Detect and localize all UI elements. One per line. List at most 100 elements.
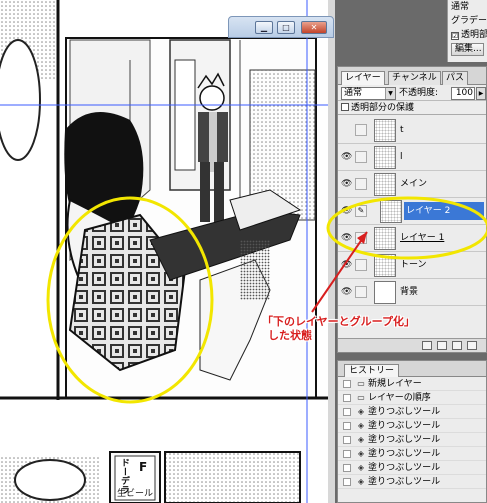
brush-icon[interactable]: ✎ [355,205,367,217]
history-item[interactable]: ◈ 塗りつぶしツール [338,419,486,433]
history-item-label: 塗りつぶしツール [368,407,441,417]
layer-options-bar: 通常 ▼ 不透明度: 100 ▶ [338,85,486,101]
layer-name: トーン [400,260,427,270]
history-item-label: 塗りつぶしツール [368,477,441,487]
paint-bucket-icon: ◈ [357,477,365,486]
manga-artwork [0,0,335,503]
layer-style-button[interactable] [422,341,432,350]
layer-row-l[interactable]: 👁 l [338,144,486,171]
edit-button[interactable]: 編集... [451,43,484,56]
eye-icon[interactable]: 👁 [341,260,352,270]
layer-name: t [400,125,404,135]
protect-transparency-label: 透明部分の保護 [351,103,415,113]
link-toggle[interactable] [355,124,367,136]
tab-history[interactable]: ヒストリー [344,364,400,377]
opacity-label: 不透明度: [399,88,439,98]
tool-option-mode[interactable]: 通常 [448,0,487,14]
tab-channels[interactable]: チャンネル [388,71,441,85]
link-toggle[interactable] [355,151,367,163]
layer-thumbnail [374,146,396,169]
history-item[interactable]: ▭ レイヤーの順序 [338,391,486,405]
delete-layer-button[interactable] [467,341,477,350]
history-snapshot-checkbox[interactable] [343,394,351,402]
layer-row-layer2[interactable]: 👁 ✎ レイヤー 2 [338,198,486,225]
layer-panel-tabs: レイヤー チャンネル パス [338,67,486,85]
layer-thumbnail [374,119,396,142]
annotation-line-1: 「下のレイヤーとグループ化」 [262,315,416,328]
layer-row-layer1[interactable]: 👁 レイヤー 1 [338,225,486,252]
history-item-label: レイヤーの順序 [368,393,431,403]
history-snapshot-checkbox[interactable] [343,436,351,444]
history-snapshot-checkbox[interactable] [343,422,351,430]
link-toggle[interactable] [355,286,367,298]
layer-list: t 👁 l 👁 メイン 👁 ✎ レイヤー 2 👁 レイヤー 1 👁 トーン 👁 … [338,117,486,338]
tab-layers[interactable]: レイヤー [341,71,385,85]
eye-icon[interactable]: 👁 [341,179,352,189]
history-item[interactable]: ▭ 新規レイヤー [338,377,486,391]
layer-name: 背景 [400,287,419,297]
layer-panel: レイヤー チャンネル パス 通常 ▼ 不透明度: 100 ▶ 透明部分の保護 t … [337,66,487,353]
link-toggle[interactable] [355,178,367,190]
link-toggle[interactable] [355,259,367,271]
history-item-label: 塗りつぶしツール [368,463,441,473]
transparent-checkbox[interactable]: ☑ [451,32,459,40]
history-item-label: 塗りつぶしツール [368,449,441,459]
history-list: ▭ 新規レイヤー ▭ レイヤーの順序 ◈ 塗りつぶしツール ◈ 塗りつぶしツール ◈ 塗りつぶしツ… [338,377,486,489]
blend-mode-value: 通常 [344,88,363,98]
transparent-label: 透明部 [461,30,487,40]
layer-row-background[interactable]: 👁 背景 [338,279,486,306]
blend-mode-select[interactable]: 通常 ▼ [341,87,396,100]
opacity-input[interactable]: 100 [451,87,475,100]
layer-row-tone[interactable]: 👁 トーン [338,252,486,279]
visibility-toggle[interactable] [341,125,352,135]
canvas-area[interactable]: ドーデラ 生ビール F [0,0,335,503]
layer-row-main[interactable]: 👁 メイン [338,171,486,198]
layer-thumbnail [374,281,396,304]
history-snapshot-checkbox[interactable] [343,478,351,486]
history-item[interactable]: ◈ 塗りつぶしツール [338,475,486,489]
history-item[interactable]: ◈ 塗りつぶしツール [338,461,486,475]
mug-label: F [139,460,148,474]
eye-icon[interactable]: 👁 [341,152,352,162]
eye-icon[interactable]: 👁 [341,233,352,243]
new-set-button[interactable] [437,341,447,350]
history-item[interactable]: ◈ 塗りつぶしツール [338,405,486,419]
chevron-down-icon: ▼ [385,88,395,99]
eye-icon[interactable]: 👁 [341,287,352,297]
layer-step-icon: ▭ [357,379,365,388]
annotation-line-2: した状態 [268,329,312,342]
annotation-caption: 「下のレイヤーとグループ化」 した状態 [262,315,416,343]
history-panel-tabs: ヒストリー [338,361,486,377]
paint-bucket-icon: ◈ [357,463,365,472]
history-item-label: 塗りつぶしツール [368,435,441,445]
minimize-button[interactable]: ▁ [255,21,273,34]
tool-option-transparent[interactable]: ☑ 透明部 [448,28,487,42]
history-item[interactable]: ◈ 塗りつぶしツール [338,433,486,447]
paint-bucket-icon: ◈ [357,449,365,458]
history-snapshot-checkbox[interactable] [343,450,351,458]
eye-icon[interactable]: 👁 [341,206,352,216]
protect-transparency-checkbox[interactable] [341,103,349,111]
tool-option-gradient[interactable]: グラデー [448,14,487,28]
opacity-dropdown-icon[interactable]: ▶ [476,87,486,100]
layer-thumbnail [380,200,402,223]
link-toggle[interactable] [355,232,367,244]
history-snapshot-checkbox[interactable] [343,464,351,472]
layer-name: メイン [400,179,428,189]
layer-name: l [400,152,403,162]
new-layer-button[interactable] [452,341,462,350]
layer-thumbnail [374,227,396,250]
history-panel: ヒストリー ▭ 新規レイヤー ▭ レイヤーの順序 ◈ 塗りつぶしツール ◈ 塗りつぶしツール ◈… [337,360,487,503]
history-snapshot-checkbox[interactable] [343,380,351,388]
history-snapshot-checkbox[interactable] [343,408,351,416]
paint-bucket-icon: ◈ [357,435,365,444]
close-button[interactable]: ✕ [301,21,327,34]
history-item-label: 塗りつぶしツール [368,421,441,431]
tab-paths[interactable]: パス [442,71,469,85]
history-item[interactable]: ◈ 塗りつぶしツール [338,447,486,461]
protect-transparency-option[interactable]: 透明部分の保護 [338,101,486,115]
tool-options-panel: 通常 グラデー ☑ 透明部 編集... [447,0,487,62]
sign-text-2: 生ビール [117,489,154,499]
maximize-button[interactable]: □ [277,21,295,34]
layer-row-t[interactable]: t [338,117,486,144]
